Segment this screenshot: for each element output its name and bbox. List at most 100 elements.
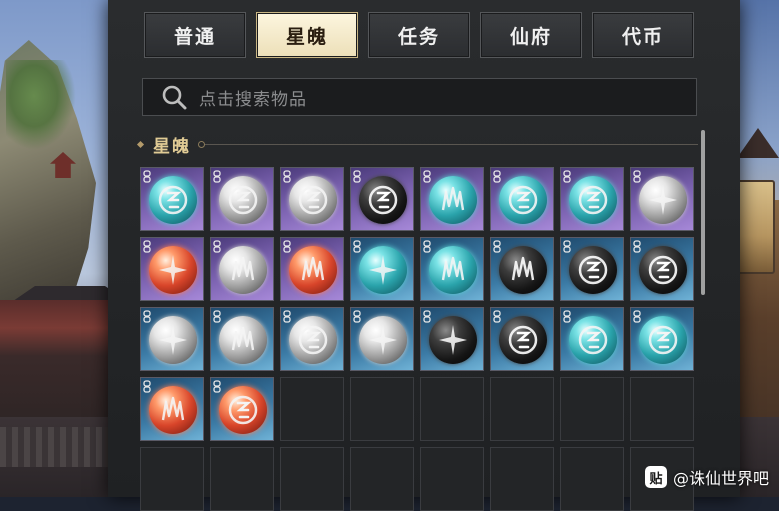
item-slot[interactable] bbox=[140, 307, 204, 371]
item-slot[interactable] bbox=[490, 307, 554, 371]
star-soul-orb-icon bbox=[359, 246, 407, 294]
star-soul-orb-icon bbox=[569, 176, 617, 224]
star-soul-orb-icon bbox=[149, 246, 197, 294]
spikes-symbol-icon bbox=[161, 396, 185, 421]
item-slot[interactable] bbox=[280, 307, 344, 371]
item-slot[interactable] bbox=[560, 167, 624, 231]
item-slot[interactable] bbox=[490, 237, 554, 301]
empty-slot[interactable] bbox=[560, 447, 624, 511]
star-soul-orb-icon bbox=[429, 246, 477, 294]
star-soul-orb-icon bbox=[289, 176, 337, 224]
spikes-symbol-icon bbox=[301, 256, 325, 281]
bound-chain-icon bbox=[283, 240, 291, 253]
bound-chain-icon bbox=[353, 240, 361, 253]
tab-star-soul[interactable]: 星魄 bbox=[256, 12, 358, 58]
item-slot[interactable] bbox=[280, 167, 344, 231]
item-slot[interactable] bbox=[630, 237, 694, 301]
empty-slot[interactable] bbox=[280, 447, 344, 511]
spiral-symbol-icon bbox=[298, 325, 328, 355]
tab-normal[interactable]: 普通 bbox=[144, 12, 246, 58]
bound-chain-icon bbox=[493, 310, 501, 323]
spiral-symbol-icon bbox=[228, 395, 258, 425]
scrollbar[interactable] bbox=[701, 130, 705, 295]
item-slot[interactable] bbox=[140, 167, 204, 231]
cliff-foliage bbox=[6, 60, 76, 150]
empty-slot[interactable] bbox=[420, 447, 484, 511]
star-soul-orb-icon bbox=[359, 176, 407, 224]
spiral-symbol-icon bbox=[158, 185, 188, 215]
search-placeholder: 点击搜索物品 bbox=[199, 89, 307, 110]
item-slot[interactable] bbox=[350, 167, 414, 231]
star-soul-orb-icon bbox=[289, 246, 337, 294]
watermark: 贴 @诛仙世界吧 bbox=[644, 465, 769, 489]
item-slot[interactable] bbox=[350, 307, 414, 371]
item-slot[interactable] bbox=[210, 237, 274, 301]
item-slot[interactable] bbox=[210, 377, 274, 441]
star-soul-orb-icon bbox=[499, 246, 547, 294]
tab-quest[interactable]: 任务 bbox=[368, 12, 470, 58]
bound-chain-icon bbox=[213, 170, 221, 183]
item-slot[interactable] bbox=[140, 237, 204, 301]
bound-chain-icon bbox=[143, 380, 151, 393]
star-symbol-icon bbox=[369, 325, 397, 355]
star-soul-orb-icon bbox=[149, 386, 197, 434]
star-soul-orb-icon bbox=[149, 176, 197, 224]
spiral-symbol-icon bbox=[648, 255, 678, 285]
empty-slot[interactable] bbox=[490, 447, 554, 511]
item-slot[interactable] bbox=[350, 237, 414, 301]
item-slot[interactable] bbox=[560, 307, 624, 371]
bound-chain-icon bbox=[563, 310, 571, 323]
spiral-symbol-icon bbox=[228, 185, 258, 215]
search-icon bbox=[161, 84, 187, 110]
star-soul-orb-icon bbox=[219, 316, 267, 364]
item-slot[interactable] bbox=[420, 307, 484, 371]
bound-chain-icon bbox=[563, 240, 571, 253]
star-soul-orb-icon bbox=[569, 316, 617, 364]
empty-slot[interactable] bbox=[630, 377, 694, 441]
bound-chain-icon bbox=[353, 170, 361, 183]
item-slot[interactable] bbox=[630, 307, 694, 371]
empty-slot[interactable] bbox=[210, 447, 274, 511]
item-slot[interactable] bbox=[210, 307, 274, 371]
section-title: 星魄 bbox=[153, 136, 191, 157]
search-input[interactable]: 点击搜索物品 bbox=[142, 78, 697, 116]
item-slot[interactable] bbox=[280, 237, 344, 301]
item-grid bbox=[140, 167, 694, 511]
spikes-symbol-icon bbox=[511, 256, 535, 281]
item-slot[interactable] bbox=[420, 167, 484, 231]
empty-slot[interactable] bbox=[350, 447, 414, 511]
star-symbol-icon bbox=[159, 255, 187, 285]
empty-slot[interactable] bbox=[560, 377, 624, 441]
empty-slot[interactable] bbox=[420, 377, 484, 441]
item-slot[interactable] bbox=[140, 377, 204, 441]
item-slot[interactable] bbox=[630, 167, 694, 231]
empty-slot[interactable] bbox=[350, 377, 414, 441]
bound-chain-icon bbox=[213, 380, 221, 393]
bound-chain-icon bbox=[143, 310, 151, 323]
star-soul-orb-icon bbox=[639, 246, 687, 294]
tab-tokens[interactable]: 代币 bbox=[592, 12, 694, 58]
item-slot[interactable] bbox=[420, 237, 484, 301]
spiral-symbol-icon bbox=[578, 255, 608, 285]
star-soul-orb-icon bbox=[149, 316, 197, 364]
spikes-symbol-icon bbox=[441, 186, 465, 211]
spiral-symbol-icon bbox=[298, 185, 328, 215]
empty-slot[interactable] bbox=[490, 377, 554, 441]
item-slot[interactable] bbox=[210, 167, 274, 231]
bound-chain-icon bbox=[423, 310, 431, 323]
empty-slot[interactable] bbox=[280, 377, 344, 441]
section-bullet-icon bbox=[136, 140, 145, 148]
star-symbol-icon bbox=[159, 325, 187, 355]
star-soul-orb-icon bbox=[499, 176, 547, 224]
item-slot[interactable] bbox=[560, 237, 624, 301]
bound-chain-icon bbox=[423, 240, 431, 253]
item-slot[interactable] bbox=[490, 167, 554, 231]
bound-chain-icon bbox=[423, 170, 431, 183]
tab-immortal-mansion[interactable]: 仙府 bbox=[480, 12, 582, 58]
bound-chain-icon bbox=[213, 240, 221, 253]
empty-slot[interactable] bbox=[140, 447, 204, 511]
star-soul-orb-icon bbox=[429, 316, 477, 364]
bound-chain-icon bbox=[633, 310, 641, 323]
spiral-symbol-icon bbox=[578, 325, 608, 355]
tieba-logo-icon: 贴 bbox=[644, 466, 667, 488]
